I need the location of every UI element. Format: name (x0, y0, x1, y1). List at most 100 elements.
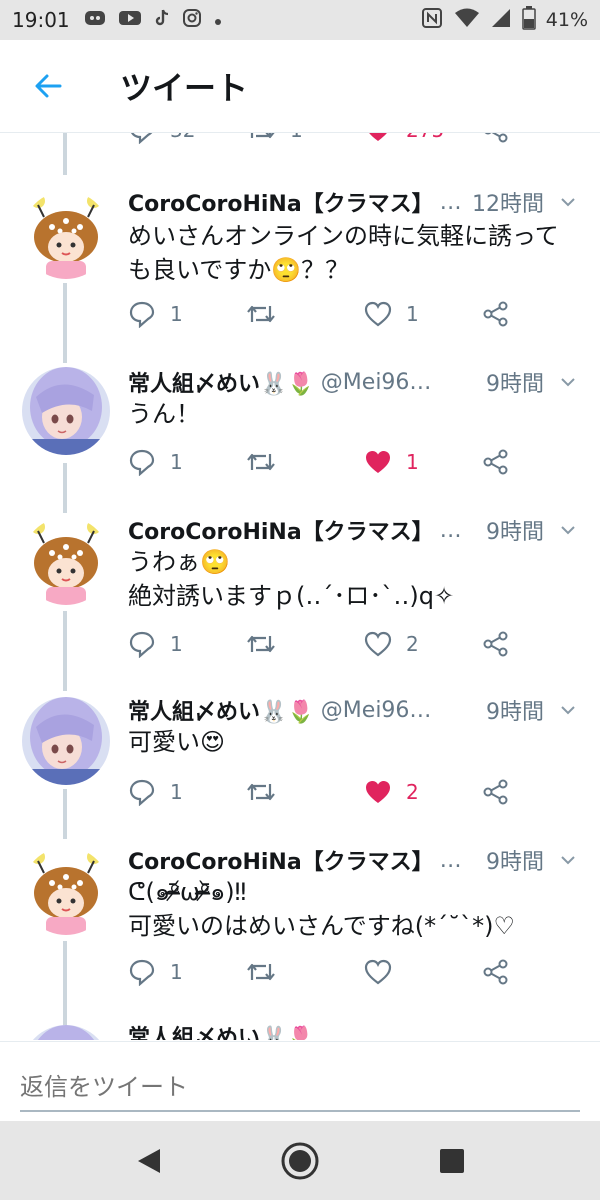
tiktok-icon (154, 9, 170, 31)
nav-back-button[interactable] (130, 1141, 170, 1181)
retweet-action[interactable] (246, 775, 276, 809)
tweet-header: CoroCoroHiNa【クラマス】 … 9時間 (128, 513, 578, 547)
nav-recents-button[interactable] (432, 1141, 472, 1181)
chevron-down-icon[interactable] (558, 192, 578, 212)
tweet-header: 常人組〆めい🐰🌷 @Mei96… 9時間 (128, 365, 578, 399)
retweet-icon (247, 305, 275, 323)
author-handle: … (439, 847, 462, 873)
author-name[interactable]: CoroCoroHiNa【クラマス】 (128, 844, 434, 876)
reply-action[interactable]: 32 (128, 133, 195, 147)
reply-input[interactable] (20, 1064, 580, 1112)
battery-percent: 41% (545, 9, 588, 31)
girl-avatar[interactable] (22, 697, 110, 785)
nav-home-button[interactable] (280, 1141, 320, 1181)
nav-home-icon (281, 1142, 319, 1180)
reply-action[interactable]: 1 (128, 297, 183, 331)
tweet[interactable]: CoroCoroHiNa【クラマス】 … 9時間 ᕦ(๑ᵒ̴̶̷᷄ωᵒ̴̶̷᷅๑… (0, 843, 600, 1023)
share-icon (483, 959, 508, 985)
chevron-down-icon[interactable] (558, 372, 578, 392)
author-handle: @Mei96… (320, 697, 432, 723)
heart-filled-icon (369, 133, 387, 141)
tweet-text-line: うわぁ🙄 (128, 548, 230, 576)
like-action[interactable]: 2 (364, 775, 419, 809)
tweet-text: うん！ (128, 397, 580, 431)
author-handle: @Mei96… (320, 369, 432, 395)
like-action[interactable]: 2 (364, 627, 419, 661)
deer-avatar[interactable] (22, 847, 110, 935)
share-action[interactable] (482, 133, 510, 147)
retweet-action[interactable] (246, 445, 276, 479)
reply-action[interactable]: 1 (128, 775, 183, 809)
chevron-down-icon[interactable] (558, 700, 578, 720)
tweet-header: 常人組〆めい🐰🌷 @Mei96… 9時間 (128, 693, 578, 727)
girl-avatar[interactable] (22, 367, 110, 455)
status-bar: 19:01 41% (0, 0, 600, 40)
tweet-text-line: 可愛いのはめいさんですね(*´˘`*)♡ (128, 912, 516, 940)
tweet-header: CoroCoroHiNa【クラマス】 … 9時間 (128, 843, 578, 877)
deer-avatar[interactable] (22, 191, 110, 279)
tweet-text-line: ᕦ(๑ᵒ̴̶̷᷄ωᵒ̴̶̷᷅๑)‼ (128, 878, 247, 906)
reply-action[interactable]: 1 (128, 955, 183, 989)
reply-count: 1 (170, 780, 183, 804)
tweet-actions: 1 2 (128, 627, 528, 661)
girl-avatar[interactable] (22, 1025, 110, 1040)
tweet-text-line: 絶対誘いますｐ(‥´･ロ･`‥)q✧ (128, 582, 455, 610)
notification-icons (84, 8, 222, 32)
chevron-down-icon[interactable] (558, 520, 578, 540)
nav-back-icon (138, 1149, 160, 1173)
back-button[interactable] (18, 56, 78, 116)
nfc-icon (420, 6, 444, 34)
author-name[interactable]: CoroCoroHiNa【クラマス】 (128, 186, 434, 218)
retweet-action[interactable] (246, 627, 276, 661)
like-action[interactable] (364, 955, 392, 989)
author-name[interactable]: 常人組〆めい🐰🌷 (128, 694, 315, 726)
tweet-text: うわぁ🙄 絶対誘いますｐ(‥´･ロ･`‥)q✧ (128, 545, 580, 613)
tweet-text-line: も良いですか🙄？？ (128, 256, 350, 284)
tweet-actions: 1 1 (128, 445, 528, 479)
android-nav-bar (0, 1121, 600, 1200)
tweet-text: 可愛い😍 (128, 725, 580, 759)
author-name[interactable]: CoroCoroHiNa【クラマス】 (128, 514, 434, 546)
retweet-action[interactable] (246, 297, 276, 331)
tweet-time: 12時間 (472, 192, 544, 217)
like-action[interactable]: 275 (364, 133, 444, 147)
tweet[interactable]: CoroCoroHiNa【クラマス】 … 9時間 うわぁ🙄 絶対誘いますｐ(‥´… (0, 513, 600, 691)
tweet[interactable]: 常人組〆めい🐰🌷 @Mei96… 9時間 うん！ 1 1 (0, 365, 600, 513)
tweet-text: ᕦ(๑ᵒ̴̶̷᷄ωᵒ̴̶̷᷅๑)‼ 可愛いのはめいさんですね(*´˘`*)♡ (128, 875, 580, 943)
signal-icon (490, 7, 512, 33)
share-action[interactable] (482, 297, 510, 331)
like-action[interactable]: 1 (364, 297, 419, 331)
retweet-action[interactable] (246, 955, 276, 989)
share-icon (483, 301, 508, 327)
reply-icon (129, 959, 155, 986)
chevron-down-icon[interactable] (558, 850, 578, 870)
like-action[interactable]: 1 (364, 445, 419, 479)
share-icon (483, 449, 508, 475)
share-icon (483, 631, 508, 657)
share-action[interactable] (482, 445, 510, 479)
reply-bar (0, 1041, 600, 1122)
tweet-text-line: めいさんオンラインの時に気軽に誘って (128, 222, 559, 250)
tweet[interactable]: CoroCoroHiNa【クラマス】 … 12時間 めいさんオンラインの時に気軽… (0, 175, 600, 365)
instagram-icon (182, 8, 202, 32)
tweet[interactable]: 常人組〆めい🐰🌷 (0, 1025, 600, 1040)
dot-icon (214, 11, 222, 30)
tweet-actions: 1 1 (128, 297, 528, 331)
reply-icon (129, 779, 155, 806)
tweet[interactable]: 常人組〆めい🐰🌷 @Mei96… 9時間 可愛い😍 1 2 (0, 693, 600, 841)
like-count: 1 (406, 450, 419, 474)
share-action[interactable] (482, 955, 510, 989)
reply-action[interactable]: 1 (128, 445, 183, 479)
share-action[interactable] (482, 775, 510, 809)
author-name[interactable]: 常人組〆めい🐰🌷 (128, 366, 315, 398)
author-name[interactable]: 常人組〆めい🐰🌷 (128, 1020, 315, 1040)
retweet-action[interactable]: 1 (246, 133, 303, 147)
heart-filled-icon (366, 451, 390, 473)
tweet-text-line: 可愛い😍 (128, 728, 226, 756)
tweet-time: 9時間 (486, 700, 544, 725)
retweet-icon (247, 635, 275, 653)
like-count: 2 (406, 780, 419, 804)
reply-action[interactable]: 1 (128, 627, 183, 661)
deer-avatar[interactable] (22, 517, 110, 605)
share-action[interactable] (482, 627, 510, 661)
